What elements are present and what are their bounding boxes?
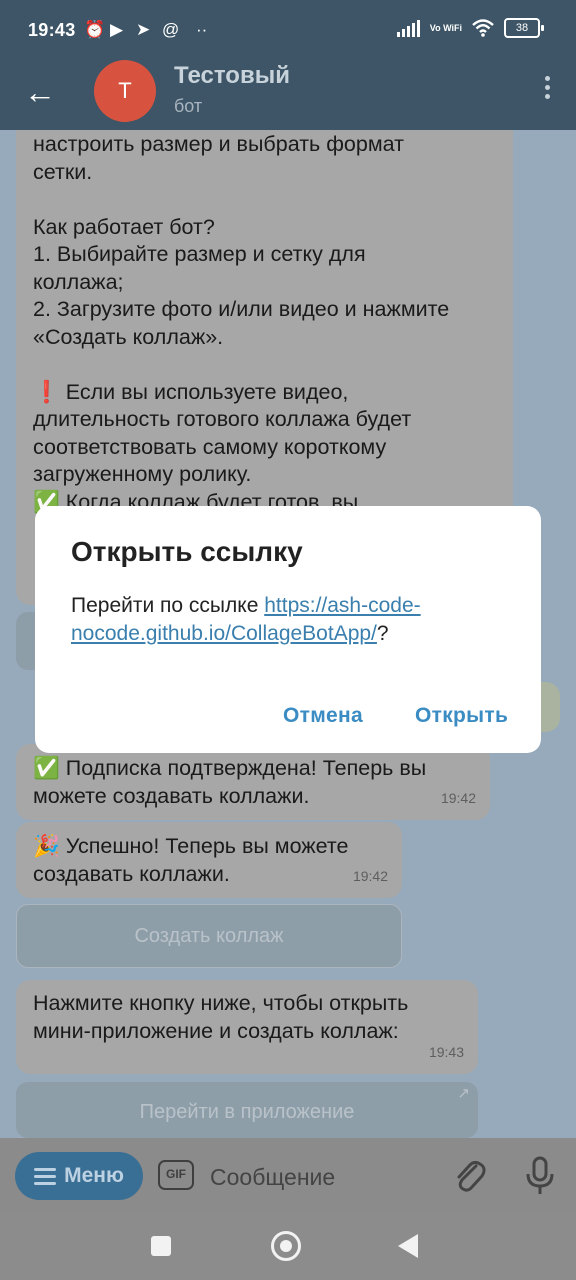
- more-options-icon[interactable]: [545, 76, 550, 99]
- create-collage-button[interactable]: Создать коллаж: [16, 904, 402, 968]
- external-link-icon: ↗: [457, 1085, 470, 1102]
- home-icon[interactable]: [271, 1231, 301, 1261]
- message-text: ✅ Подписка подтверждена! Теперь вы может…: [33, 756, 427, 808]
- chat-title[interactable]: Тестовый: [174, 62, 290, 90]
- attach-icon[interactable]: [452, 1156, 488, 1196]
- avatar[interactable]: Т: [94, 60, 156, 122]
- menu-label: Меню: [64, 1164, 124, 1187]
- telegram-icon: ➤: [136, 20, 151, 39]
- message-text: 🎉 Успешно! Теперь вы можете создавать ко…: [33, 834, 349, 886]
- dialog-body-prefix: Перейти по ссылке: [71, 594, 265, 617]
- signal-icon: [396, 19, 420, 37]
- message-line: настроить размер и выбрать формат: [33, 132, 404, 156]
- message-bubble-success: 🎉 Успешно! Теперь вы можете создавать ко…: [16, 822, 402, 898]
- message-line: соответствовать самому короткому: [33, 434, 387, 459]
- dialog-body: Перейти по ссылке https://ash-code-nocod…: [71, 592, 511, 648]
- status-bar: 19:43 ⏰ ▶ ➤ @ ·· Vo WiFi 38: [0, 0, 576, 64]
- message-bubble-open-app: Нажмите кнопку ниже, чтобы открыть мини-…: [16, 980, 478, 1074]
- message-time: 19:42: [440, 789, 476, 806]
- open-link-dialog: Открыть ссылку Перейти по ссылке https:/…: [35, 506, 541, 753]
- wifi-icon: [472, 19, 494, 37]
- dialog-title: Открыть ссылку: [71, 536, 303, 567]
- message-time: 19:42: [352, 867, 388, 884]
- recents-icon[interactable]: [151, 1236, 171, 1256]
- message-line: 1. Выбирайте размер и сетку для: [33, 242, 366, 266]
- input-bar: Меню GIF: [0, 1138, 576, 1212]
- gif-icon[interactable]: GIF: [158, 1160, 194, 1190]
- hamburger-icon: [34, 1167, 57, 1185]
- message-line: загруженному ролику.: [33, 462, 252, 486]
- alarm-icon: ⏰: [84, 20, 106, 39]
- message-line: 2. Загрузите фото и/или видео и нажмите: [33, 297, 450, 321]
- chat-header: ← Т Тестовый бот: [0, 60, 576, 130]
- menu-button[interactable]: Меню: [15, 1152, 143, 1200]
- back-arrow-icon[interactable]: ←: [24, 74, 56, 111]
- message-input[interactable]: [208, 1156, 432, 1198]
- more-notifications-icon: ··: [196, 20, 208, 39]
- cancel-button[interactable]: Отмена: [283, 704, 363, 728]
- battery-icon: 38: [504, 18, 544, 38]
- message-text: Нажмите кнопку ниже, чтобы открыть мини-…: [33, 991, 409, 1043]
- open-app-button[interactable]: Перейти в приложение ↗: [16, 1082, 478, 1138]
- message-line: ❗ Если вы используете видео,: [33, 379, 349, 404]
- vowifi-icon: Vo WiFi: [429, 22, 462, 33]
- message-time: 19:43: [428, 1043, 464, 1060]
- at-icon: @: [162, 20, 180, 39]
- message-line: [33, 351, 496, 379]
- system-nav-bar: [0, 1212, 576, 1280]
- open-button[interactable]: Открыть: [415, 704, 508, 728]
- message-line: «Создать коллаж».: [33, 324, 224, 349]
- nav-back-icon[interactable]: [398, 1234, 418, 1258]
- status-time: 19:43: [28, 20, 76, 40]
- open-app-button-label: Перейти в приложение: [139, 1101, 355, 1123]
- chat-subtitle: бот: [174, 96, 203, 116]
- message-line: длительность готового коллажа будет: [33, 407, 412, 431]
- microphone-icon[interactable]: [524, 1156, 556, 1196]
- message-line: коллажа;: [33, 269, 124, 294]
- video-icon: ▶: [110, 20, 124, 39]
- message-line: сетки.: [33, 159, 93, 184]
- message-line: [33, 186, 496, 214]
- message-bubble-subscription: ✅ Подписка подтверждена! Теперь вы может…: [16, 744, 490, 820]
- dialog-body-suffix: ?: [376, 622, 389, 645]
- message-line: Как работает бот?: [33, 214, 215, 239]
